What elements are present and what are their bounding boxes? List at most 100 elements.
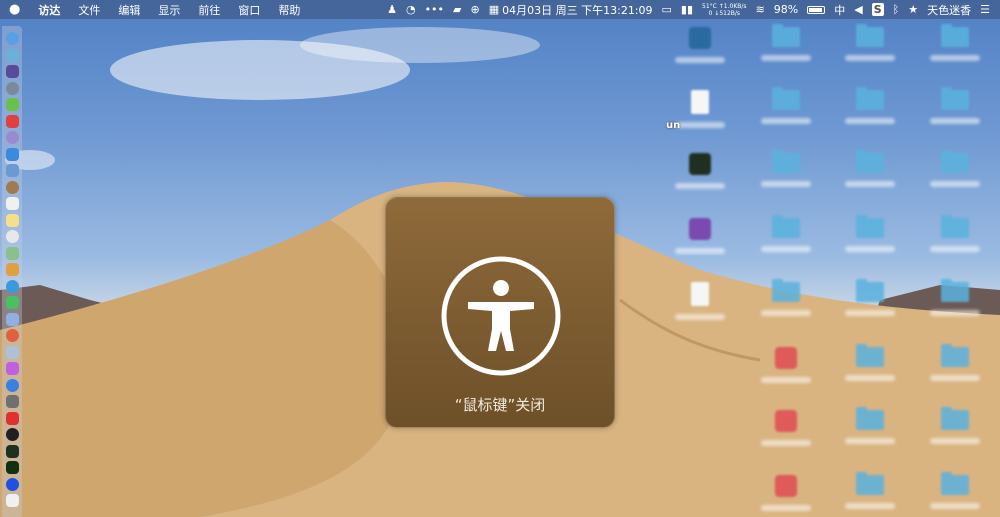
menu-view[interactable]: 显示 <box>149 2 189 18</box>
dock-app-icon[interactable] <box>6 147 19 161</box>
star-icon[interactable]: ★ <box>908 3 918 16</box>
desktop-folder[interactable] <box>915 279 995 316</box>
desktop-document[interactable] <box>660 282 740 320</box>
dock-app-icon[interactable] <box>6 494 19 507</box>
app-icon <box>689 27 711 49</box>
desktop-app[interactable] <box>746 410 826 446</box>
datetime[interactable]: 04月03日 周三 下午13:21:09 <box>502 2 652 18</box>
dock-app-icon[interactable] <box>6 81 19 95</box>
menu-go[interactable]: 前往 <box>189 2 229 18</box>
desktop-folder[interactable] <box>915 344 995 381</box>
desktop-folder[interactable] <box>830 279 910 316</box>
dock-app-icon[interactable] <box>6 461 19 474</box>
bluetooth-icon[interactable]: ᛒ <box>893 3 900 16</box>
dock-app-icon[interactable] <box>6 378 19 392</box>
qq-icon[interactable]: ♟ <box>387 3 397 16</box>
dock-app-icon[interactable] <box>6 312 19 326</box>
input-method[interactable]: 中 <box>834 2 845 18</box>
folder-icon <box>856 87 884 110</box>
dock <box>2 26 22 517</box>
desktop-folder[interactable] <box>830 407 910 444</box>
desktop-app[interactable] <box>746 347 826 383</box>
desktop-folder[interactable] <box>746 150 826 187</box>
dock-app-icon[interactable] <box>6 230 19 243</box>
blurred-label <box>761 310 811 316</box>
dock-app-icon[interactable] <box>6 362 19 375</box>
desktop-folder[interactable] <box>830 150 910 187</box>
blurred-label <box>675 183 725 189</box>
desktop-folder[interactable] <box>915 87 995 124</box>
folder-icon <box>856 24 884 47</box>
dock-app-icon[interactable] <box>6 279 19 293</box>
blurred-label <box>930 181 980 187</box>
desktop-folder[interactable] <box>915 407 995 444</box>
desktop-folder[interactable] <box>830 87 910 124</box>
blurred-label <box>761 55 811 61</box>
compass-icon[interactable]: ◔ <box>406 3 416 16</box>
dock-app-icon[interactable] <box>6 428 19 441</box>
menu-window[interactable]: 窗口 <box>229 2 269 18</box>
dock-app-icon[interactable] <box>6 131 19 144</box>
menu-edit[interactable]: 编辑 <box>109 2 149 18</box>
dock-app-icon[interactable] <box>6 329 19 342</box>
dock-app-icon[interactable] <box>6 197 19 210</box>
dock-app-icon[interactable] <box>6 213 19 227</box>
desktop-folder[interactable] <box>915 472 995 509</box>
dock-app-icon[interactable] <box>6 411 19 425</box>
desktop-app[interactable] <box>660 153 740 189</box>
desktop-folder[interactable] <box>915 215 995 252</box>
desktop-folder[interactable] <box>746 24 826 61</box>
notification-center-icon[interactable]: ☰ <box>980 3 990 16</box>
desktop-app[interactable] <box>660 218 740 254</box>
calendar-icon[interactable]: ▦ <box>489 3 499 16</box>
dock-app-icon[interactable] <box>6 65 19 78</box>
wifi-icon[interactable]: ≋ <box>756 3 765 16</box>
desktop-item-label[interactable]: un <box>666 120 680 131</box>
desktop-folder[interactable] <box>830 472 910 509</box>
blurred-label <box>930 55 980 61</box>
dock-app-icon[interactable] <box>6 114 19 128</box>
desktop-folder[interactable] <box>830 215 910 252</box>
desktop-folder[interactable] <box>830 344 910 381</box>
desktop-folder[interactable] <box>915 150 995 187</box>
dock-app-icon[interactable] <box>6 48 19 62</box>
bookmark-icon[interactable]: ▮▮ <box>681 3 693 16</box>
menu-finder[interactable]: 访达 <box>29 2 69 18</box>
apple-menu-icon[interactable]: ● <box>0 2 29 17</box>
folder-icon <box>856 344 884 367</box>
notification-icon[interactable]: ▰ <box>453 3 461 16</box>
dock-app-icon[interactable] <box>6 263 19 276</box>
desktop-folder[interactable] <box>746 215 826 252</box>
blurred-label <box>845 181 895 187</box>
globe-icon[interactable]: ⊕ <box>471 3 480 16</box>
blurred-label <box>845 246 895 252</box>
menu-file[interactable]: 文件 <box>69 2 109 18</box>
volume-icon[interactable]: ◀ <box>854 3 862 16</box>
folder-icon <box>772 215 800 238</box>
dock-app-icon[interactable] <box>6 180 19 194</box>
dock-app-icon[interactable] <box>6 477 19 491</box>
dock-app-icon[interactable] <box>6 98 19 111</box>
dock-app-icon[interactable] <box>6 32 19 45</box>
menu-help[interactable]: 帮助 <box>269 2 309 18</box>
folder-icon <box>772 150 800 173</box>
desktop-app[interactable] <box>660 27 740 63</box>
desktop-folder[interactable] <box>746 279 826 316</box>
dock-app-icon[interactable] <box>6 444 19 458</box>
battery-icon[interactable] <box>807 5 826 14</box>
system-monitor[interactable]: 51°C ↑1.0KB/s 0 ↓512B/s <box>702 3 747 17</box>
desktop-folder[interactable] <box>746 87 826 124</box>
desktop-folder[interactable] <box>915 24 995 61</box>
screen-icon[interactable]: ▭ <box>662 3 672 16</box>
dots-icon[interactable]: ••• <box>425 3 444 16</box>
user-name[interactable]: 天色迷香 <box>927 2 971 18</box>
dock-app-icon[interactable] <box>6 296 19 309</box>
desktop-app[interactable] <box>746 475 826 511</box>
desktop-folder[interactable] <box>830 24 910 61</box>
dock-app-icon[interactable] <box>6 345 19 359</box>
blurred-label <box>761 181 811 187</box>
dock-app-icon[interactable] <box>6 395 19 408</box>
s-app-icon[interactable]: S <box>871 3 884 16</box>
dock-app-icon[interactable] <box>6 164 19 177</box>
dock-app-icon[interactable] <box>6 246 19 260</box>
